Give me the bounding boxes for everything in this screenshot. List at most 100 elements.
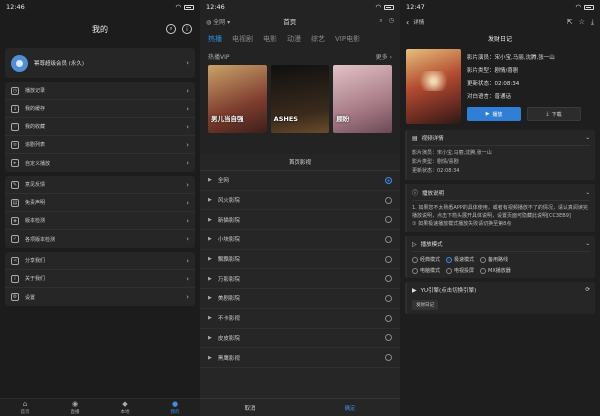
more-link[interactable]: 更多 › <box>376 52 392 61</box>
back-icon[interactable]: ‹ <box>406 18 409 27</box>
source-option[interactable]: ▶ 新猫影院 <box>200 210 400 231</box>
radio-button[interactable] <box>412 267 418 274</box>
source-option[interactable]: ▶ 万影影院 <box>200 269 400 290</box>
poster-card[interactable]: 顾盼 <box>333 65 393 133</box>
menu-item-disclaimer[interactable]: ▤ 免责声明 › <box>5 194 195 212</box>
tab-movie[interactable]: 电影 <box>263 34 277 44</box>
radio-button[interactable] <box>385 235 392 243</box>
menu-item-about[interactable]: i 关于我们 › <box>5 270 195 288</box>
radio-button[interactable] <box>385 196 392 204</box>
favorite-icon: ♡ <box>11 122 19 131</box>
menu-group-1: ◷ 播放记录 › ↓ 我的缓存 › ♡ 我的收藏 › ≡ 追剧列表 › ▸ 自定义播放 › <box>5 82 195 172</box>
poster-card[interactable]: ASHES <box>270 65 330 133</box>
radio-button[interactable] <box>385 176 392 184</box>
play-icon: ▸ <box>11 159 19 167</box>
share-icon[interactable]: ⇱ <box>567 18 573 27</box>
sheet-buttons: 取消 确定 <box>200 398 400 416</box>
source-selector[interactable]: ◍ 全网 ▾ <box>206 17 230 26</box>
tab-tv[interactable]: 电视剧 <box>232 34 253 44</box>
radio-button[interactable] <box>412 256 418 263</box>
shield-icon: ◈ <box>11 216 19 225</box>
mode-option[interactable]: 电视投屏 <box>446 267 474 274</box>
info-icon: ⓘ <box>412 190 419 197</box>
source-bottom-sheet: 首页影视 ▶ 全网 ▶ 风火影院 ▶ 新猫影院 ▶ 小块影院 ▶ 飘飘影院 ▶ 万影影院 ▶ 美剧影院 ▶ 不… <box>200 154 400 416</box>
radio-button[interactable] <box>446 256 453 263</box>
cancel-button[interactable]: 取消 <box>200 399 300 416</box>
menu-item-version[interactable]: ◈ 版本检测 › <box>5 212 195 230</box>
feedback-icon: ✎ <box>11 180 19 189</box>
detail-panel: ▤ 视频详情 ⌄ 影片演员：宋小宝,马丽,沈腾,张一山 影片类型：剧情/喜剧 更新状… <box>405 130 595 180</box>
mode-option[interactable]: 经典模式 <box>412 256 440 263</box>
radio-button[interactable] <box>385 314 392 322</box>
nav-live[interactable]: ◉ 直播 <box>71 399 80 415</box>
search-icon[interactable]: ⌕ <box>379 17 382 25</box>
radio-button[interactable] <box>385 294 392 302</box>
history-icon: ◷ <box>11 86 19 95</box>
mode-option[interactable]: 电脑模式 <box>412 267 440 274</box>
user-card[interactable]: 幂尊超级会员 (永久) › <box>5 48 195 78</box>
radio-button[interactable] <box>446 267 453 274</box>
mode-option[interactable]: MX播放器 <box>480 267 511 274</box>
nav-local[interactable]: ◆ 本地 <box>121 400 130 415</box>
refresh-icon[interactable]: ⟳ <box>585 287 590 293</box>
download-button[interactable]: ⤓ 下载 <box>527 107 581 121</box>
confirm-button[interactable]: 确定 <box>300 399 400 416</box>
radio-button[interactable] <box>480 267 487 274</box>
radio-button[interactable] <box>385 255 392 263</box>
nav-home[interactable]: ⌂ 首页 <box>21 400 30 415</box>
menu-item-feedback[interactable]: ✎ 意见反馈 › <box>5 176 195 194</box>
share-icon: ⋖ <box>11 256 19 265</box>
radio-button[interactable] <box>385 354 392 362</box>
source-option[interactable]: ▶ 风火影院 <box>200 191 400 211</box>
tab-variety[interactable]: 综艺 <box>311 34 325 44</box>
source-option[interactable]: ▶ 小块影院 <box>200 230 400 250</box>
notice-panel-header[interactable]: ⓘ 播放说明 ⌄ <box>412 188 590 201</box>
detail-screen: 12:47 ◠ ‹ 详情 ⇱ ☆ ⤓ 发财日记 影片演员：宋小宝,马丽,沈腾,张… <box>400 0 600 416</box>
notice-panel: ⓘ 播放说明 ⌄ 1. 如果您不太熟悉APP的具体使用，或者有视频播放不了的情况，请… <box>405 184 595 232</box>
source-option[interactable]: ▶ 不卡影视 <box>200 309 400 329</box>
info-icon[interactable]: i <box>182 24 192 34</box>
download-icon[interactable]: ⤓ <box>591 18 594 27</box>
movie-genre: 影片类型：剧情/喜剧 <box>467 68 519 74</box>
mode-option[interactable]: 极速模式 <box>446 256 474 263</box>
play-icon: ▶ <box>208 295 212 302</box>
tab-anime[interactable]: 动漫 <box>287 34 301 44</box>
history-icon[interactable]: ◷ <box>389 17 394 25</box>
wifi-icon: ◠ <box>575 3 581 11</box>
menu-item-favorites[interactable]: ♡ 我的收藏 › <box>5 118 195 136</box>
menu-item-follow[interactable]: ≡ 追剧列表 › <box>5 136 195 154</box>
tab-vip[interactable]: VIP电影 <box>335 34 360 44</box>
radio-button[interactable] <box>385 216 392 224</box>
menu-item-share[interactable]: ⋖ 分享我们 › <box>5 252 195 270</box>
episode-chip[interactable]: 发财日记 <box>412 300 438 310</box>
source-option[interactable]: ▶ 飘飘影院 <box>200 250 400 270</box>
tab-hot[interactable]: 热播 <box>208 34 222 44</box>
radio-button[interactable] <box>480 256 487 263</box>
mode-option[interactable]: 备用路线 <box>480 256 511 263</box>
gear-icon: ⚙ <box>11 293 19 301</box>
document-icon: ▤ <box>11 198 19 207</box>
battery-icon <box>184 4 194 10</box>
radio-button[interactable] <box>385 275 392 283</box>
source-option[interactable]: ▶ 皮皮影院 <box>200 329 400 349</box>
radio-button[interactable] <box>385 334 392 342</box>
menu-item-custom-play[interactable]: ▸ 自定义播放 › <box>5 154 195 172</box>
nav-me[interactable]: ● 我的 <box>171 400 180 415</box>
mode-panel-header[interactable]: ▷ 播放模式 ⌄ <box>412 240 590 252</box>
source-option[interactable]: ▶ 黑鹰影视 <box>200 348 400 368</box>
menu-item-settings[interactable]: ⚙ 设置 › <box>5 288 195 306</box>
notice-extra: ① 如果极速播放模式播放失败请切换至第8点 <box>412 221 512 227</box>
poster-card[interactable]: 男儿当自强 <box>208 65 267 133</box>
star-icon[interactable]: ☆ <box>579 18 585 27</box>
menu-item-all-versions[interactable]: ✓ 各项版本检测 › <box>5 230 195 248</box>
search-icon[interactable]: ⌕ <box>166 24 176 34</box>
source-option[interactable]: ▶ 美剧影院 <box>200 289 400 309</box>
menu-item-cache[interactable]: ↓ 我的缓存 › <box>5 100 195 118</box>
detail-panel-header[interactable]: ▤ 视频详情 ⌄ <box>412 134 590 146</box>
source-option[interactable]: ▶ 全网 <box>200 171 400 191</box>
engine-panel-header[interactable]: ▶ YU引擎(点击切换引擎) ⟳ <box>412 286 590 297</box>
movie-info: 影片演员：宋小宝,马丽,沈腾,张一山 影片类型：剧情/喜剧 更新状态：02:08… <box>400 47 600 126</box>
eye-icon: ◉ <box>71 399 79 408</box>
play-button[interactable]: ▶ 播放 <box>467 107 521 121</box>
menu-item-history[interactable]: ◷ 播放记录 › <box>5 82 195 100</box>
